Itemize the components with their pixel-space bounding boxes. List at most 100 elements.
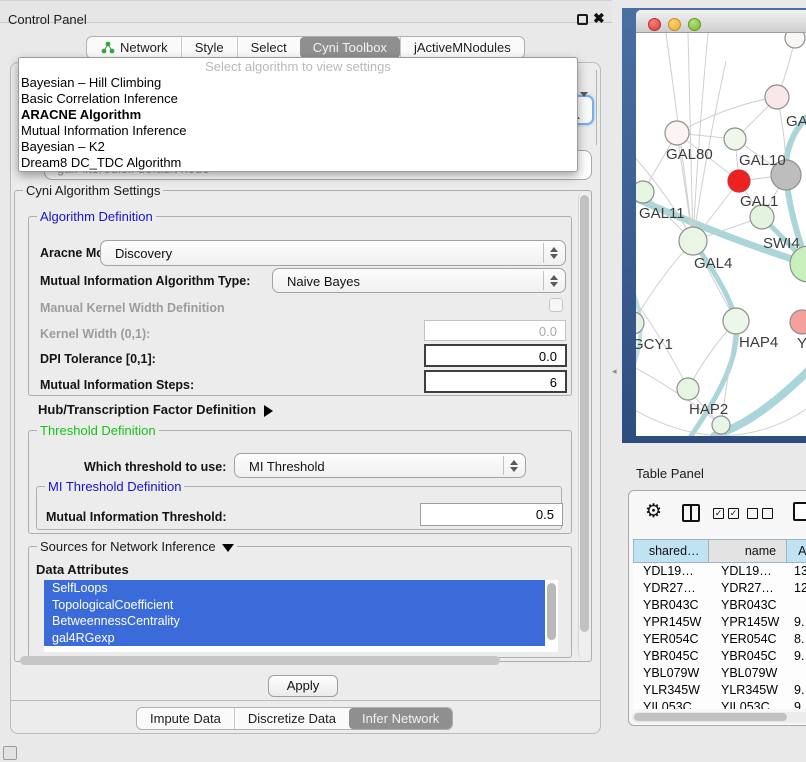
table-row[interactable]: YBL079WYBL079W bbox=[633, 665, 806, 682]
node-gal1[interactable] bbox=[728, 170, 750, 192]
close-traffic-light[interactable] bbox=[648, 18, 661, 31]
node-label: GAL bbox=[786, 113, 806, 130]
stepper-arrows-icon bbox=[543, 271, 563, 290]
network-icon bbox=[100, 40, 115, 55]
network-window[interactable]: GAL GAL80 GAL10 GAL1 GAL11 SWI4 GAL4 GCY… bbox=[636, 10, 806, 436]
node[interactable] bbox=[785, 33, 805, 48]
tab-impute-data[interactable]: Impute Data bbox=[137, 708, 234, 729]
algorithm-option[interactable]: Basic Correlation Inference bbox=[19, 91, 577, 107]
node-hap2[interactable] bbox=[677, 378, 699, 400]
table-cell: 8. bbox=[788, 631, 806, 648]
algorithm-option[interactable]: Bayesian – K2 bbox=[19, 139, 577, 155]
mi-threshold-input[interactable]: 0.5 bbox=[420, 503, 563, 526]
attribute-item-selected[interactable]: gal4RGexp bbox=[44, 630, 545, 647]
table-cell: 9. bbox=[788, 648, 806, 665]
table-row[interactable]: YDR27…YDR27…12 bbox=[633, 580, 806, 597]
float-window-icon[interactable] bbox=[577, 14, 588, 25]
network-window-titlebar[interactable] bbox=[636, 10, 806, 33]
mi-type-combo[interactable]: Naive Bayes bbox=[272, 268, 566, 293]
column-header-name[interactable]: name bbox=[709, 539, 788, 563]
table-row[interactable]: YIL053CYIL053C9. bbox=[633, 699, 806, 709]
dpi-tolerance-input[interactable]: 0.0 bbox=[424, 344, 567, 367]
node-hap4[interactable] bbox=[723, 308, 749, 334]
node-label: GAL4 bbox=[694, 255, 732, 272]
bottom-tabs: Impute Data Discretize Data Infer Networ… bbox=[136, 707, 453, 730]
minimize-traffic-light[interactable] bbox=[668, 18, 681, 31]
attribute-item-selected[interactable]: TopologicalCoefficient bbox=[44, 597, 545, 614]
settings-hscrollbar-thumb[interactable] bbox=[20, 656, 500, 665]
attribute-item-selected[interactable]: BetweennessCentrality bbox=[44, 613, 545, 630]
mi-steps-input[interactable]: 6 bbox=[424, 370, 567, 393]
tab-jactivemnodules[interactable]: jActiveMNodules bbox=[400, 37, 524, 58]
algorithm-option[interactable]: Bayesian – Hill Climbing bbox=[19, 75, 577, 91]
node[interactable] bbox=[712, 416, 730, 434]
tab-cyni-toolbox[interactable]: Cyni Toolbox bbox=[300, 37, 400, 58]
algorithm-option-selected[interactable]: ARACNE Algorithm bbox=[19, 107, 577, 123]
tab-select[interactable]: Select bbox=[237, 37, 300, 58]
table-row[interactable]: YDL19…YDL19…13 bbox=[633, 563, 806, 580]
tab-impute-label: Impute Data bbox=[150, 711, 221, 726]
table-row[interactable]: YLR345WYLR345W9. bbox=[633, 682, 806, 699]
columns-icon[interactable] bbox=[682, 504, 700, 522]
node-label: GAL80 bbox=[666, 146, 713, 163]
attribute-item-selected[interactable]: SelfLoops bbox=[44, 580, 545, 597]
table-cell bbox=[788, 597, 806, 614]
aracne-mode-combo[interactable]: Discovery bbox=[100, 240, 566, 266]
table-row[interactable]: YER054CYER054C8. bbox=[633, 631, 806, 648]
table-cell: YDL19… bbox=[633, 563, 709, 580]
palette-corner-icon[interactable] bbox=[3, 746, 17, 760]
dpi-tolerance-label: DPI Tolerance [0,1]: bbox=[40, 352, 156, 366]
control-panel-titlebar bbox=[0, 0, 612, 23]
column-header-clipped[interactable]: A bbox=[787, 539, 806, 563]
tab-discretize-data[interactable]: Discretize Data bbox=[234, 708, 349, 729]
network-canvas[interactable]: GAL GAL80 GAL10 GAL1 GAL11 SWI4 GAL4 GCY… bbox=[636, 33, 806, 436]
algorithm-option[interactable]: Mutual Information Inference bbox=[19, 123, 577, 139]
apply-button[interactable]: Apply bbox=[268, 675, 338, 697]
manual-kernel-checkbox[interactable] bbox=[549, 298, 563, 312]
algorithm-definition-title: Algorithm Definition bbox=[37, 209, 156, 224]
node-gal4[interactable] bbox=[679, 227, 707, 255]
which-threshold-combo[interactable]: MI Threshold bbox=[234, 453, 526, 478]
table-cell: YER054C bbox=[633, 631, 709, 648]
checked-checkbox-icon[interactable]: ✓ bbox=[713, 508, 724, 519]
close-icon[interactable]: ✖ bbox=[593, 10, 605, 27]
mi-threshold-group-title: MI Threshold Definition bbox=[45, 479, 184, 494]
unchecked-checkbox-icon[interactable] bbox=[747, 508, 758, 519]
document-icon[interactable] bbox=[793, 502, 806, 521]
tab-network[interactable]: Network bbox=[87, 37, 181, 58]
mi-type-label: Mutual Information Algorithm Type: bbox=[40, 274, 250, 288]
algorithm-option[interactable]: Dream8 DC_TDC Algorithm bbox=[19, 155, 577, 171]
tab-style[interactable]: Style bbox=[181, 37, 237, 58]
kernel-width-input[interactable]: 0.0 bbox=[424, 320, 566, 341]
table-cell: 9. bbox=[788, 682, 806, 699]
tab-network-label: Network bbox=[120, 40, 168, 55]
node-gal10[interactable] bbox=[724, 128, 746, 150]
node-gal80[interactable] bbox=[665, 121, 689, 145]
hub-definition-toggle[interactable]: Hub/Transcription Factor Definition bbox=[38, 402, 273, 417]
zoom-traffic-light[interactable] bbox=[688, 18, 701, 31]
attribute-list-scrollbar[interactable] bbox=[547, 583, 556, 640]
table-row[interactable]: YPR145WYPR145W9. bbox=[633, 614, 806, 631]
node-labels: GAL GAL80 GAL10 GAL1 GAL11 SWI4 GAL4 GCY… bbox=[636, 113, 806, 418]
node-gcy1[interactable] bbox=[636, 312, 644, 334]
expand-right-icon bbox=[264, 405, 273, 417]
node[interactable] bbox=[765, 85, 789, 109]
table-cell: YPR145W bbox=[709, 614, 788, 631]
sources-group-title[interactable]: Sources for Network Inference bbox=[37, 539, 237, 554]
kernel-width-label: Kernel Width (0,1): bbox=[40, 327, 150, 341]
checked-checkbox-icon[interactable]: ✓ bbox=[728, 508, 739, 519]
node[interactable] bbox=[790, 310, 806, 334]
unchecked-checkbox-icon[interactable] bbox=[762, 508, 773, 519]
node-gal11[interactable] bbox=[636, 181, 654, 203]
splitpane-collapse-icon[interactable]: ◂ bbox=[612, 366, 617, 377]
column-header-shared[interactable]: shared… bbox=[633, 539, 709, 563]
table-row[interactable]: YBR045CYBR045C9. bbox=[633, 648, 806, 665]
gear-icon[interactable]: ⚙ bbox=[645, 502, 662, 522]
table-row[interactable]: YBR043CYBR043C bbox=[633, 597, 806, 614]
stepper-arrows-icon bbox=[543, 243, 563, 263]
settings-vscrollbar-thumb[interactable] bbox=[580, 195, 589, 632]
tab-infer-network[interactable]: Infer Network bbox=[349, 708, 452, 729]
table-hscrollbar-thumb[interactable] bbox=[634, 713, 787, 721]
node-label: GCY1 bbox=[636, 336, 673, 353]
table-cell: YBR045C bbox=[709, 648, 788, 665]
